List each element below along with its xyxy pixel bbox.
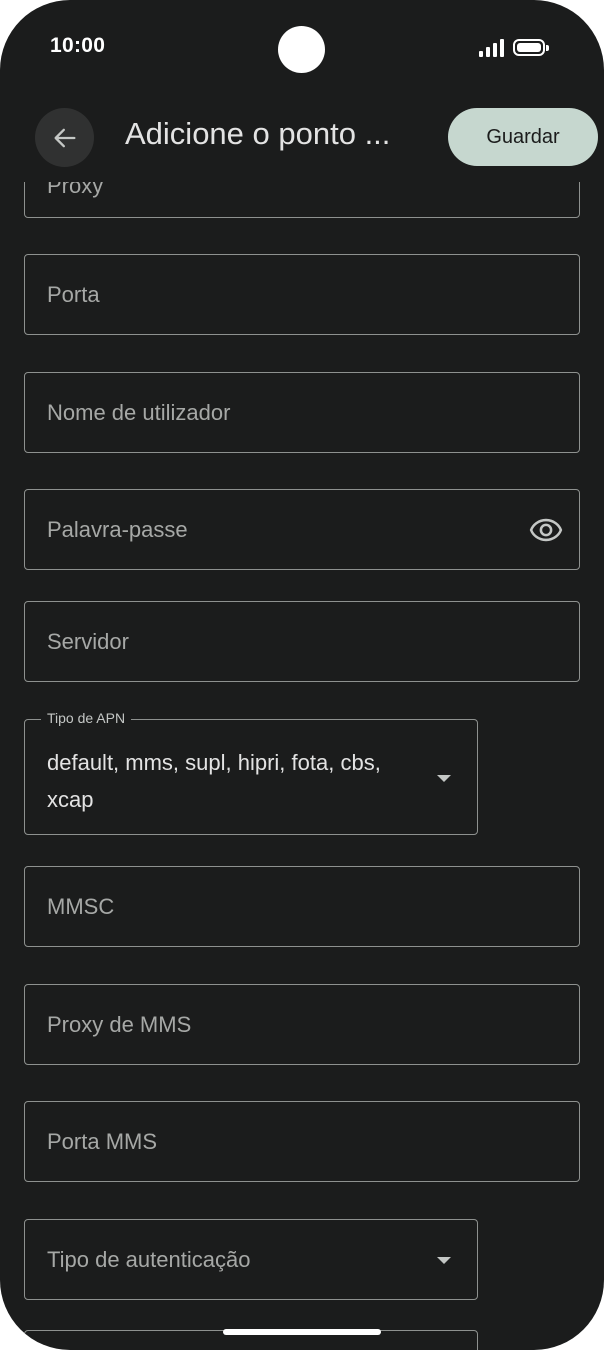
save-button[interactable]: Guardar bbox=[448, 108, 598, 166]
mms-proxy-placeholder: Proxy de MMS bbox=[47, 1011, 192, 1037]
mms-port-field[interactable]: Porta MMS bbox=[24, 1101, 580, 1182]
port-field[interactable]: Porta bbox=[24, 254, 580, 335]
auth-type-dropdown[interactable]: Tipo de autenticação bbox=[24, 1219, 478, 1300]
password-field[interactable]: Palavra-passe bbox=[24, 489, 580, 570]
mmsc-field[interactable]: MMSC bbox=[24, 866, 580, 947]
triangle-down-icon bbox=[437, 1256, 451, 1264]
status-time: 10:00 bbox=[50, 34, 106, 57]
apn-type-dropdown[interactable]: Tipo de APN default, mms, supl, hipri, f… bbox=[24, 710, 478, 835]
back-button[interactable] bbox=[35, 108, 94, 167]
mms-port-placeholder: Porta MMS bbox=[47, 1128, 158, 1154]
page-title: Adicione o ponto ... bbox=[125, 116, 391, 151]
apn-type-value: default, mms, supl, hipri, fota, cbs, xc… bbox=[47, 750, 381, 812]
phone-screen: Proxy Porta Nome de utilizador Palavra-p… bbox=[0, 0, 604, 1350]
username-field[interactable]: Nome de utilizador bbox=[24, 372, 580, 453]
apn-type-label: Tipo de APN bbox=[41, 710, 132, 726]
camera-cutout bbox=[278, 26, 325, 73]
signal-icon bbox=[479, 39, 505, 57]
eye-icon[interactable] bbox=[529, 513, 563, 547]
password-placeholder: Palavra-passe bbox=[47, 516, 188, 542]
server-field[interactable]: Servidor bbox=[24, 601, 580, 682]
port-placeholder: Porta bbox=[47, 281, 100, 307]
username-placeholder: Nome de utilizador bbox=[47, 399, 231, 425]
auth-type-placeholder: Tipo de autenticação bbox=[47, 1246, 251, 1272]
triangle-down-icon bbox=[437, 775, 451, 782]
home-indicator[interactable] bbox=[223, 1329, 381, 1335]
server-placeholder: Servidor bbox=[47, 628, 129, 654]
mmsc-placeholder: MMSC bbox=[47, 893, 115, 919]
arrow-back-icon bbox=[54, 128, 76, 148]
apn-form: Proxy Porta Nome de utilizador Palavra-p… bbox=[0, 0, 604, 1350]
mms-proxy-field[interactable]: Proxy de MMS bbox=[24, 984, 580, 1065]
battery-icon bbox=[513, 39, 549, 56]
